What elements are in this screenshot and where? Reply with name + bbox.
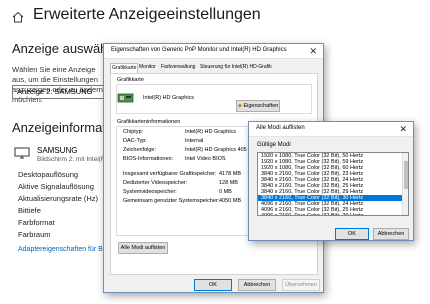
cancel-button[interactable]: Abbrechen [238, 279, 276, 291]
home-icon[interactable] [12, 11, 24, 23]
info-item-color-space: Farbraum [18, 230, 51, 239]
tab-monitor[interactable]: Monitor [138, 63, 157, 73]
tab-color-management[interactable]: Farbverwaltung [160, 63, 196, 73]
info-item-desktop-resolution: Desktopauflösung [18, 170, 79, 179]
monitor-icon [14, 147, 30, 159]
modes-titlebar[interactable]: Alle Modi auflisten ✕ [249, 122, 413, 137]
tab-intel-graphics-control[interactable]: Steuerung für Intel(R) HD-Grafik [199, 63, 273, 73]
modes-scrollbar[interactable] [402, 153, 408, 215]
info-group-label: Grafikkarteninformationen [117, 119, 181, 125]
list-all-modes-button[interactable]: Alle Modi auflisten [118, 242, 168, 254]
adapter-properties-button[interactable]: ◆ Eigenschaften [236, 100, 280, 112]
graphics-card-icon [117, 93, 134, 103]
display-info-list: Desktopauflösung Aktive Signalauflösung … [18, 169, 98, 241]
close-icon[interactable]: ✕ [309, 45, 317, 57]
apply-button[interactable]: Übernehmen [282, 279, 320, 291]
info-item-active-signal-resolution: Aktive Signalauflösung [18, 182, 94, 191]
dialog-title: Eigenschaften von Generic PnP Monitor un… [111, 47, 287, 53]
mode-list-item[interactable]: 4096 x 2160, True Color (32 Bit), 29 Her… [258, 213, 404, 215]
adapter-group-label: Grafikkarte [117, 77, 144, 83]
modes-ok-button[interactable]: OK [335, 228, 369, 240]
monitor-name: SAMSUNG [37, 146, 78, 155]
valid-modes-list[interactable]: 1920 x 1080, True Color (32 Bit), 50 Her… [257, 152, 409, 216]
close-icon[interactable]: ✕ [399, 123, 407, 135]
adapter-name: Intel(R) HD Graphics [143, 95, 195, 101]
ok-button[interactable]: OK [194, 279, 232, 291]
scroll-thumb[interactable] [404, 161, 408, 189]
info-item-bit-depth: Bittiefe [18, 206, 41, 215]
modes-cancel-button[interactable]: Abbrechen [373, 228, 409, 240]
modes-dialog-title: Alle Modi auflisten [256, 125, 305, 131]
properties-button-label: Eigenschaften [243, 103, 279, 109]
page-title: Erweiterte Anzeigeeinstellungen [33, 6, 261, 23]
list-all-modes-dialog: Alle Modi auflisten ✕ Gültige Modi 1920 … [248, 121, 414, 241]
dialog-titlebar[interactable]: Eigenschaften von Generic PnP Monitor un… [104, 44, 323, 59]
info-item-refresh-rate: Aktualisierungsrate (Hz) [18, 194, 99, 203]
shield-icon: ◆ [237, 103, 242, 109]
info-item-color-format: Farbformat [18, 218, 55, 227]
valid-modes-label: Gültige Modi [257, 142, 291, 148]
display-dropdown[interactable]: Anzeige 2: SAMSUNG [12, 85, 108, 99]
